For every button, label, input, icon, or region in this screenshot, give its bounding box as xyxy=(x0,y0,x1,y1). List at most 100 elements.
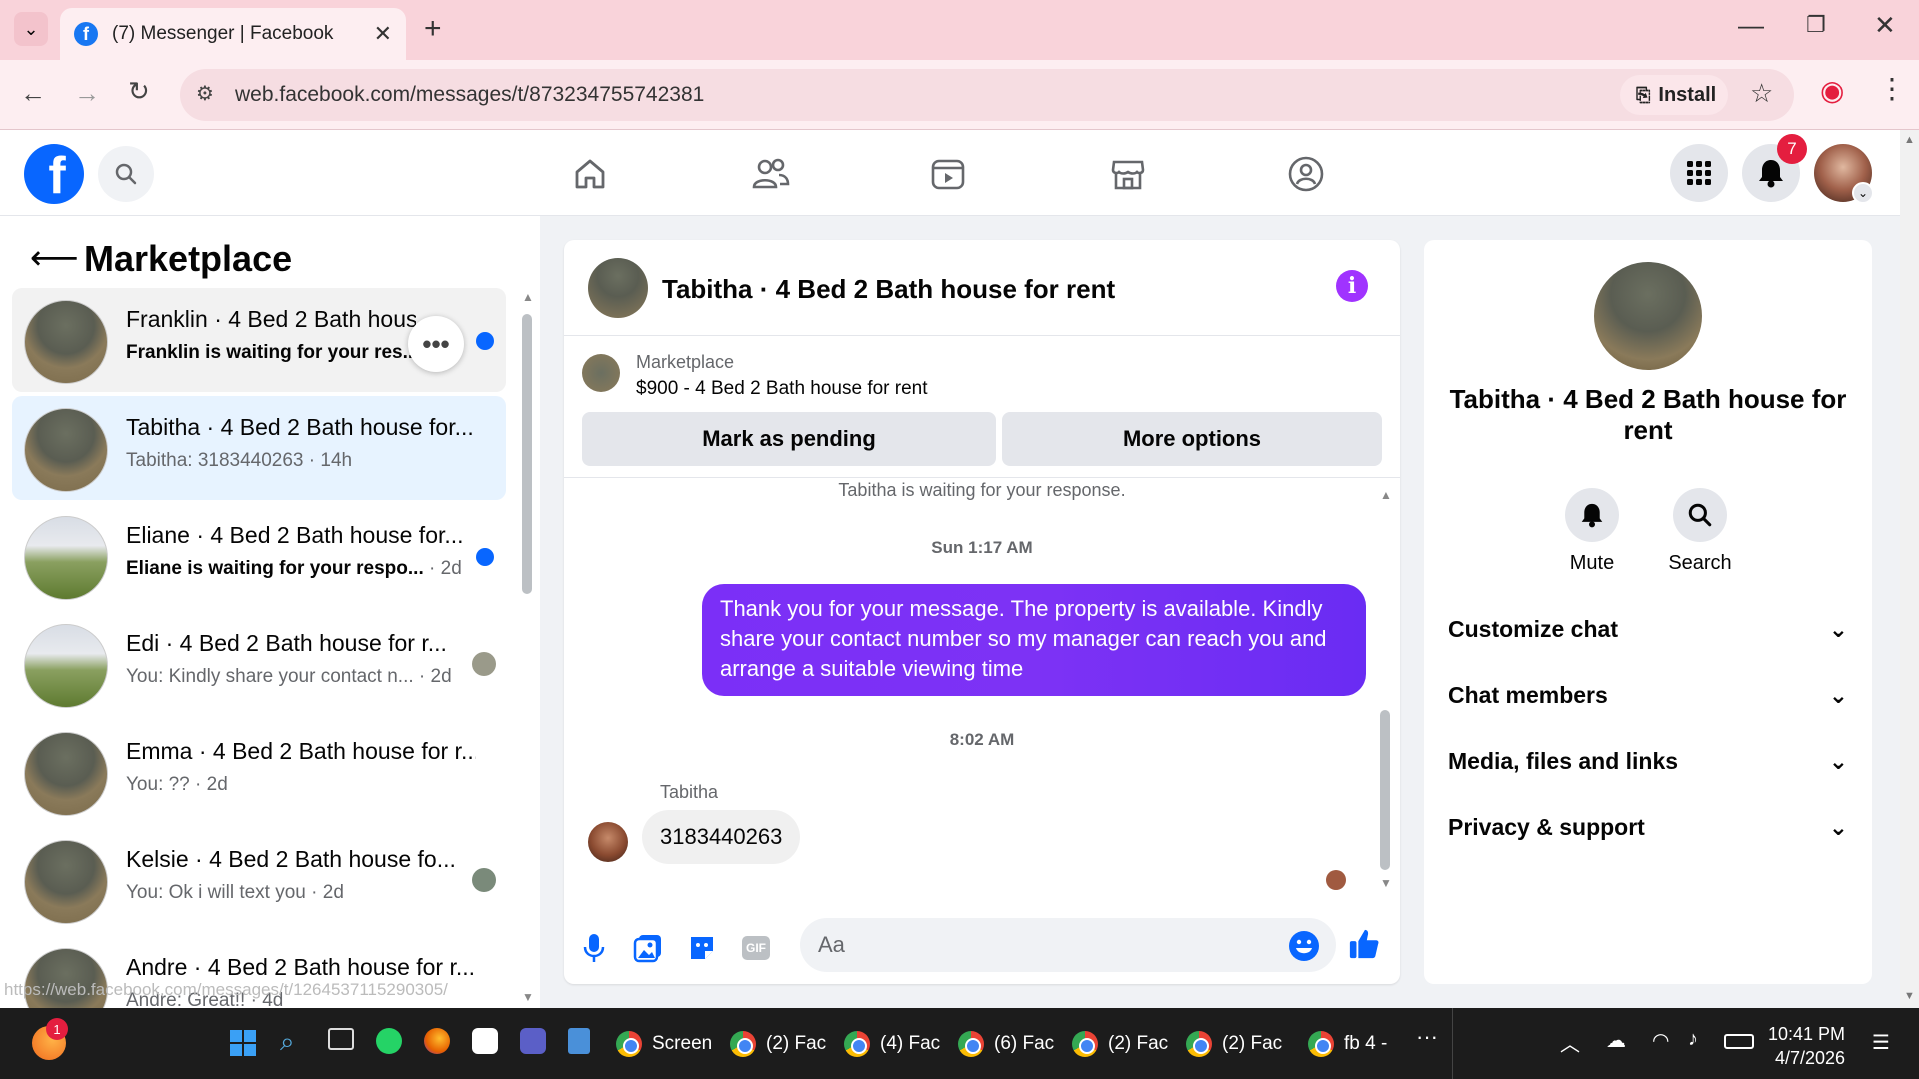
account-chevron-icon[interactable]: ⌄ xyxy=(1852,182,1874,204)
facebook-logo-icon[interactable]: f xyxy=(24,144,84,204)
site-settings-icon[interactable]: ⚙ xyxy=(196,81,214,106)
message-input[interactable]: Aa xyxy=(800,918,1336,972)
taskbar-chrome-item[interactable]: (2) Fac xyxy=(1072,1024,1168,1064)
thumbs-up-icon[interactable] xyxy=(1348,928,1380,960)
conversation-item-selected[interactable]: Tabitha · 4 Bed 2 Bath house for... Tabi… xyxy=(12,396,506,500)
video-icon[interactable] xyxy=(924,150,972,198)
taskbar-chrome-item[interactable]: (2) Fac xyxy=(1186,1024,1282,1064)
new-tab-button[interactable]: + xyxy=(424,12,442,46)
more-options-button[interactable]: More options xyxy=(1002,412,1382,466)
listing-thumbnail xyxy=(24,516,108,600)
windows-start-icon[interactable] xyxy=(230,1030,256,1056)
chat-scroll-up-icon[interactable]: ▲ xyxy=(1380,488,1392,502)
conversation-item[interactable]: Eliane · 4 Bed 2 Bath house for... Elian… xyxy=(12,504,506,608)
photo-icon[interactable] xyxy=(632,932,664,964)
system-clock[interactable]: 10:41 PM 4/7/2026 xyxy=(1768,1022,1845,1070)
chat-header: Tabitha · 4 Bed 2 Bath house for rent i xyxy=(564,240,1400,336)
search-icon[interactable]: ⌕ xyxy=(280,1026,295,1058)
capcut-icon[interactable] xyxy=(472,1028,498,1054)
listing-price-title[interactable]: $900 - 4 Bed 2 Bath house for rent xyxy=(636,378,928,400)
taskbar-chrome-item[interactable]: (2) Fac xyxy=(730,1024,826,1064)
browser-tab[interactable]: f (7) Messenger | Facebook ✕ xyxy=(60,8,406,60)
conversation-more-button[interactable]: ••• xyxy=(408,316,464,372)
teams-icon[interactable] xyxy=(520,1028,546,1054)
page-scroll-down-icon[interactable]: ▼ xyxy=(1904,990,1915,1002)
menu-grid-button[interactable] xyxy=(1670,144,1728,202)
firefox-icon[interactable] xyxy=(424,1028,450,1054)
windows-taskbar: 1 ⌕ Screen (2) Fac (4) Fac (6) Fac (2) F… xyxy=(0,1008,1919,1079)
profile-icon[interactable]: ◉ xyxy=(1820,74,1844,107)
taskbar-overflow-icon[interactable]: ··· xyxy=(1416,1024,1438,1050)
home-icon[interactable] xyxy=(566,150,614,198)
whatsapp-icon[interactable] xyxy=(376,1028,402,1054)
search-button[interactable] xyxy=(98,146,154,202)
chat-scrollbar-thumb[interactable] xyxy=(1380,710,1390,870)
mute-button[interactable]: Mute xyxy=(1552,488,1632,575)
conversation-item[interactable]: Kelsie · 4 Bed 2 Bath house fo... You: O… xyxy=(12,828,506,932)
emoji-icon[interactable] xyxy=(1288,930,1320,962)
microphone-icon[interactable] xyxy=(578,932,610,964)
reload-icon[interactable]: ↻ xyxy=(128,76,150,107)
minimize-icon[interactable]: — xyxy=(1738,10,1764,41)
url-text[interactable]: web.facebook.com/messages/t/873234755742… xyxy=(235,83,704,107)
taskbar-chrome-item[interactable]: Screen xyxy=(616,1024,712,1064)
restore-icon[interactable]: ❐ xyxy=(1806,12,1826,38)
tab-list-button[interactable]: ⌄ xyxy=(14,12,48,46)
chat-title[interactable]: Tabitha · 4 Bed 2 Bath house for rent xyxy=(662,274,1115,305)
cloud-off-icon[interactable]: ☁ xyxy=(1606,1028,1626,1053)
window-close-icon[interactable]: ✕ xyxy=(1874,10,1896,41)
show-hidden-icons-icon[interactable]: ︿ xyxy=(1560,1028,1580,1057)
wifi-icon[interactable]: ◠ xyxy=(1652,1028,1669,1053)
browser-menu-icon[interactable]: ⋮ xyxy=(1878,72,1906,105)
search-in-chat-button[interactable]: Search xyxy=(1660,488,1740,575)
address-bar[interactable]: ⚙ web.facebook.com/messages/t/8732347557… xyxy=(180,69,1794,121)
install-app-button[interactable]: ⎘ Install xyxy=(1620,75,1728,115)
battery-icon[interactable] xyxy=(1724,1034,1754,1049)
taskbar-divider xyxy=(1452,1008,1453,1079)
task-view-icon[interactable] xyxy=(328,1028,354,1050)
notification-center-icon[interactable]: ☰ xyxy=(1872,1030,1890,1055)
conversation-item[interactable]: Emma · 4 Bed 2 Bath house for r... You: … xyxy=(12,720,506,824)
customize-chat-section[interactable]: Customize chat ⌄ xyxy=(1448,616,1848,643)
sticker-icon[interactable] xyxy=(686,932,718,964)
incoming-message[interactable]: 3183440263 xyxy=(642,810,801,864)
conversation-name: Tabitha · 4 Bed 2 Bath house for... xyxy=(126,414,474,440)
sender-avatar[interactable] xyxy=(588,822,628,862)
search-label: Search xyxy=(1668,552,1732,574)
chat-members-section[interactable]: Chat members ⌄ xyxy=(1448,682,1848,709)
conversation-name: Franklin · 4 Bed 2 Bath house for rent xyxy=(126,306,416,332)
chat-profile-photo[interactable] xyxy=(1594,262,1702,370)
sender-name: Tabitha xyxy=(660,782,719,802)
mark-as-pending-button[interactable]: Mark as pending xyxy=(582,412,996,466)
page-scroll-up-icon[interactable]: ▲ xyxy=(1904,134,1915,146)
left-scrollbar-thumb[interactable] xyxy=(522,314,532,594)
bell-icon xyxy=(1759,160,1783,188)
back-arrow-icon[interactable]: ⟵ xyxy=(30,238,79,278)
scroll-down-arrow-icon[interactable]: ▼ xyxy=(522,990,534,1004)
back-icon[interactable]: ← xyxy=(20,78,46,109)
listing-thumbnail xyxy=(24,300,108,384)
notepad-icon[interactable] xyxy=(568,1028,590,1054)
info-icon[interactable]: i xyxy=(1336,270,1368,302)
friends-icon[interactable] xyxy=(746,150,794,198)
outgoing-message[interactable]: Thank you for your message. The property… xyxy=(702,584,1366,696)
close-tab-icon[interactable]: ✕ xyxy=(374,21,392,47)
taskbar-chrome-item[interactable]: (6) Fac xyxy=(958,1024,1054,1064)
privacy-support-section[interactable]: Privacy & support ⌄ xyxy=(1448,814,1848,841)
page-scrollbar[interactable]: ▲ ▼ xyxy=(1900,130,1919,1008)
chat-scroll-down-icon[interactable]: ▼ xyxy=(1380,876,1392,890)
marketplace-icon[interactable] xyxy=(1104,150,1152,198)
groups-icon[interactable] xyxy=(1282,150,1330,198)
media-files-links-section[interactable]: Media, files and links ⌄ xyxy=(1448,748,1848,775)
listing-thumbnail[interactable] xyxy=(582,354,620,392)
chat-avatar[interactable] xyxy=(588,258,648,318)
taskbar-chrome-item[interactable]: fb 4 - xyxy=(1308,1024,1387,1064)
forward-icon[interactable]: → xyxy=(74,78,100,109)
volume-icon[interactable]: ♪ xyxy=(1688,1028,1698,1051)
scroll-up-arrow-icon[interactable]: ▲ xyxy=(522,290,534,304)
taskbar-chrome-item[interactable]: (4) Fac xyxy=(844,1024,940,1064)
facebook-header: f ⌄ xyxy=(0,130,1900,216)
gif-icon[interactable]: GIF xyxy=(740,932,772,964)
bookmark-star-icon[interactable]: ☆ xyxy=(1750,78,1773,109)
conversation-item[interactable]: Edi · 4 Bed 2 Bath house for r... You: K… xyxy=(12,612,506,716)
